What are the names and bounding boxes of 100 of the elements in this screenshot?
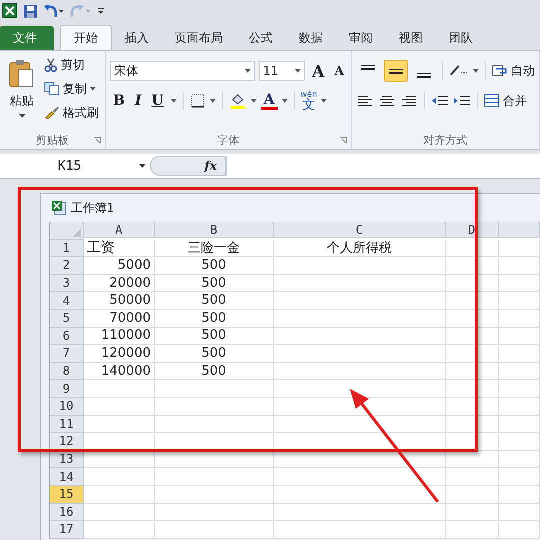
row-header[interactable]: 15 — [50, 486, 84, 504]
indent-icon[interactable] — [453, 94, 471, 108]
ribbon-tab[interactable]: 开始 — [60, 25, 112, 50]
empty-cell — [499, 398, 540, 416]
empty-cell — [446, 240, 499, 258]
shrink-font-button[interactable]: A — [332, 64, 347, 78]
table-cell: 70000 — [84, 310, 155, 328]
table-cell: 500 — [155, 310, 274, 328]
empty-cell — [499, 521, 540, 539]
italic-button[interactable]: I — [132, 93, 145, 109]
horizontal-align-icon[interactable] — [378, 94, 396, 108]
row-header[interactable]: 10 — [50, 398, 84, 416]
row-header[interactable]: 6 — [50, 328, 84, 346]
table-cell: 110000 — [84, 328, 155, 346]
caret-icon[interactable] — [282, 99, 288, 103]
insert-function-button[interactable]: fx — [150, 156, 226, 176]
merge-button[interactable]: 合并 — [484, 91, 527, 111]
grow-font-button[interactable]: A — [309, 62, 328, 80]
copy-button[interactable]: 复制 — [44, 79, 99, 99]
ribbon-tab[interactable]: 团队 — [436, 26, 486, 50]
vertical-align-button[interactable] — [384, 60, 408, 82]
ribbon-tab[interactable]: 插入 — [112, 26, 162, 50]
save-icon[interactable] — [23, 4, 38, 18]
paste-button[interactable]: 粘贴 — [4, 55, 40, 131]
cut-button[interactable]: 剪切 — [44, 55, 99, 75]
customize-toolbar-icon[interactable] — [97, 6, 105, 16]
empty-cell — [499, 362, 540, 380]
undo-icon[interactable] — [43, 4, 65, 18]
column-header[interactable]: D — [446, 222, 499, 238]
empty-cell — [499, 292, 540, 310]
ribbon-tab[interactable]: 文件 — [0, 26, 54, 50]
empty-cell — [499, 450, 540, 468]
empty-cell — [499, 380, 540, 398]
fill-bucket-icon[interactable] — [228, 92, 247, 110]
table-cell: 个人所得税 — [274, 240, 446, 258]
row-header[interactable]: 8 — [50, 362, 84, 380]
ribbon-tab[interactable]: 数据 — [286, 26, 336, 50]
row-header[interactable]: 17 — [50, 521, 84, 539]
row-header[interactable]: 3 — [50, 274, 84, 292]
row-header[interactable]: 14 — [50, 468, 84, 486]
row-header[interactable]: 4 — [50, 292, 84, 310]
table-cell: 20000 — [84, 274, 155, 292]
wrap-text-icon — [492, 64, 508, 78]
empty-cell — [499, 240, 540, 258]
column-header[interactable]: B — [155, 222, 274, 238]
row-header[interactable]: 9 — [50, 380, 84, 398]
ribbon-tab[interactable]: 页面布局 — [162, 26, 236, 50]
empty-cell — [446, 362, 499, 380]
font-name-field[interactable]: 宋体 — [110, 61, 256, 81]
underline-button[interactable]: U — [148, 93, 167, 109]
dialog-launcher-icon[interactable] — [340, 137, 347, 144]
table-cell: 120000 — [84, 345, 155, 363]
borders-icon[interactable] — [190, 93, 206, 109]
row-header[interactable]: 5 — [50, 310, 84, 328]
copy-icon — [44, 82, 60, 96]
group-title: 对齐方式 — [424, 132, 468, 148]
font-size-field[interactable]: 11 — [259, 61, 306, 81]
row-header[interactable]: 7 — [50, 345, 84, 363]
bold-button[interactable]: B — [110, 93, 128, 109]
name-box[interactable]: K15 — [0, 158, 150, 174]
row-header[interactable]: 16 — [50, 504, 84, 522]
empty-cell — [446, 274, 499, 292]
caret-icon — [18, 114, 26, 118]
empty-cell — [499, 328, 540, 346]
empty-cell — [499, 486, 540, 504]
table-cell: 500 — [155, 292, 274, 310]
caret-icon — [139, 164, 146, 168]
caret-icon[interactable] — [473, 69, 479, 73]
table-cell: 三险一金 — [155, 240, 274, 258]
table-cell: 工资 — [84, 240, 155, 258]
empty-cell — [499, 310, 540, 328]
ribbon-tab[interactable]: 公式 — [236, 26, 286, 50]
wrap-text-button[interactable]: 自动 — [492, 61, 535, 81]
ribbon-tab[interactable]: 视图 — [386, 26, 436, 50]
format-painter-button[interactable]: 格式刷 — [44, 103, 99, 123]
empty-cell — [446, 380, 499, 398]
caret-icon — [90, 87, 96, 91]
align-lines-icon — [389, 68, 403, 74]
caret-icon[interactable] — [170, 99, 177, 103]
caret-icon — [295, 69, 302, 73]
caret-icon[interactable] — [250, 99, 257, 103]
caret-icon[interactable] — [210, 99, 216, 103]
empty-cell — [446, 521, 499, 539]
font-color-button[interactable]: A — [260, 92, 278, 110]
column-header[interactable]: C — [274, 222, 446, 238]
row-header[interactable]: 2 — [50, 257, 84, 275]
horizontal-align-icon[interactable] — [400, 94, 418, 108]
horizontal-align-icon[interactable] — [356, 94, 374, 108]
dialog-launcher-icon[interactable] — [94, 137, 102, 144]
phonetic-button[interactable]: wén 文 — [300, 90, 318, 112]
clipboard-icon — [9, 59, 35, 89]
row-header[interactable]: 1 — [50, 240, 84, 258]
row-header[interactable]: 11 — [50, 416, 84, 434]
empty-cell — [499, 274, 540, 292]
empty-cell — [446, 328, 499, 346]
ribbon-tab[interactable]: 审阅 — [336, 26, 386, 50]
indent-icon[interactable] — [431, 94, 449, 108]
table-cell: 50000 — [84, 292, 155, 310]
column-header[interactable]: A — [84, 222, 155, 238]
caret-icon[interactable] — [321, 99, 328, 103]
